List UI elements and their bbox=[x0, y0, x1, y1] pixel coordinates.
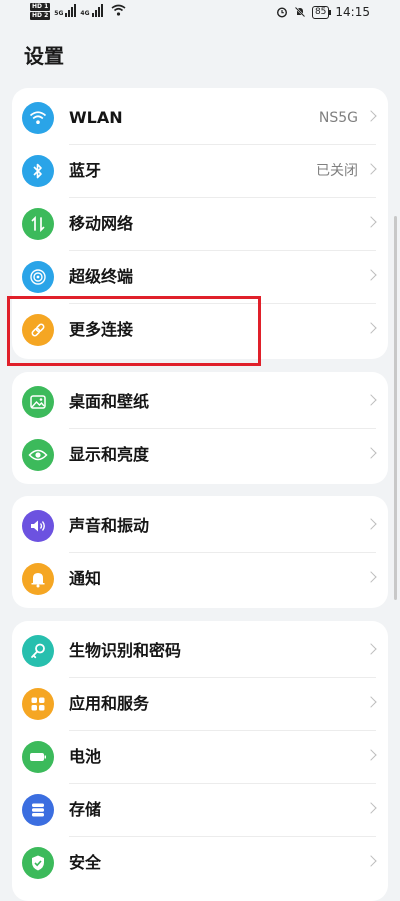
setting-value: NS5G bbox=[318, 110, 358, 126]
setting-item-mobile-network[interactable]: 移动网络 bbox=[12, 198, 388, 251]
setting-item-battery[interactable]: 电池 bbox=[12, 731, 388, 784]
mobile-data-icon bbox=[22, 208, 54, 240]
chevron-right-icon bbox=[365, 322, 377, 334]
key-icon bbox=[22, 635, 54, 667]
chevron-right-icon bbox=[365, 216, 377, 228]
wifi-status-icon bbox=[111, 4, 126, 16]
chevron-right-icon bbox=[365, 643, 377, 655]
status-bar: HD 1 HD 2 5G 4G 85 14:15 bbox=[0, 0, 400, 28]
scrollbar[interactable] bbox=[394, 216, 397, 600]
chevron-right-icon bbox=[365, 447, 377, 459]
setting-item-notifications[interactable]: 通知 bbox=[12, 553, 388, 606]
chevron-right-icon bbox=[365, 802, 377, 814]
setting-label: 桌面和壁纸 bbox=[69, 392, 150, 411]
clock: 14:15 bbox=[335, 5, 370, 19]
volte-badge-2: HD 2 bbox=[30, 12, 51, 20]
storage-icon bbox=[22, 794, 54, 826]
setting-label: WLAN bbox=[69, 108, 123, 127]
wallpaper-icon bbox=[22, 386, 54, 418]
chevron-right-icon bbox=[365, 518, 377, 530]
setting-value: 已关闭 bbox=[316, 163, 358, 179]
setting-item-bluetooth[interactable]: 蓝牙 已关闭 bbox=[12, 145, 388, 198]
network-type-2: 4G bbox=[80, 10, 90, 17]
page-title: 设置 bbox=[24, 44, 64, 68]
alarm-icon bbox=[276, 7, 287, 18]
chevron-right-icon bbox=[365, 110, 377, 122]
chevron-right-icon bbox=[365, 571, 377, 583]
status-bar-right: 85 14:15 bbox=[276, 5, 370, 19]
chevron-right-icon bbox=[365, 749, 377, 761]
setting-label: 生物识别和密码 bbox=[69, 641, 182, 660]
setting-label: 蓝牙 bbox=[69, 161, 102, 180]
signal-icon-sim1: 5G bbox=[54, 3, 77, 17]
setting-label: 应用和服务 bbox=[69, 694, 150, 713]
setting-label: 安全 bbox=[69, 853, 102, 872]
setting-item-biometrics[interactable]: 生物识别和密码 bbox=[12, 625, 388, 678]
setting-label: 存储 bbox=[69, 800, 102, 819]
eye-icon bbox=[22, 439, 54, 471]
highlight-box bbox=[7, 296, 261, 366]
setting-label: 通知 bbox=[69, 569, 102, 588]
bluetooth-icon bbox=[22, 155, 54, 187]
setting-label: 移动网络 bbox=[69, 214, 134, 233]
signal-icon-sim2: 4G bbox=[80, 3, 103, 17]
volte-badge-1: HD 1 bbox=[30, 3, 51, 11]
wifi-icon bbox=[22, 102, 54, 134]
setting-item-apps-services[interactable]: 应用和服务 bbox=[12, 678, 388, 731]
settings-group-sound: 声音和振动 通知 bbox=[12, 496, 388, 608]
setting-item-storage[interactable]: 存储 bbox=[12, 784, 388, 837]
speaker-icon bbox=[22, 510, 54, 542]
settings-group-system: 生物识别和密码 应用和服务 电池 存储 安全 bbox=[12, 621, 388, 901]
setting-item-security[interactable]: 安全 bbox=[12, 837, 388, 890]
chevron-right-icon bbox=[365, 163, 377, 175]
chevron-right-icon bbox=[365, 696, 377, 708]
battery-level: 85 bbox=[311, 5, 332, 19]
chevron-right-icon bbox=[365, 855, 377, 867]
setting-item-wallpaper[interactable]: 桌面和壁纸 bbox=[12, 376, 388, 429]
battery-icon bbox=[22, 741, 54, 773]
apps-grid-icon bbox=[22, 688, 54, 720]
setting-item-wlan[interactable]: WLAN NS5G bbox=[12, 92, 388, 145]
settings-group-display: 桌面和壁纸 显示和亮度 bbox=[12, 372, 388, 484]
chevron-right-icon bbox=[365, 269, 377, 281]
network-type-1: 5G bbox=[54, 10, 64, 17]
mute-bell-icon bbox=[294, 6, 306, 18]
chevron-right-icon bbox=[365, 394, 377, 406]
setting-item-sound[interactable]: 声音和振动 bbox=[12, 500, 388, 553]
shield-icon bbox=[22, 847, 54, 879]
setting-item-display[interactable]: 显示和亮度 bbox=[12, 429, 388, 482]
status-bar-left: HD 1 HD 2 5G 4G bbox=[30, 3, 126, 20]
bell-icon bbox=[22, 563, 54, 595]
setting-label: 声音和振动 bbox=[69, 516, 150, 535]
setting-label: 电池 bbox=[69, 747, 102, 766]
volte-indicators: HD 1 HD 2 bbox=[30, 3, 51, 20]
setting-label: 显示和亮度 bbox=[69, 445, 150, 464]
setting-label: 超级终端 bbox=[69, 267, 134, 286]
super-device-icon bbox=[22, 261, 54, 293]
